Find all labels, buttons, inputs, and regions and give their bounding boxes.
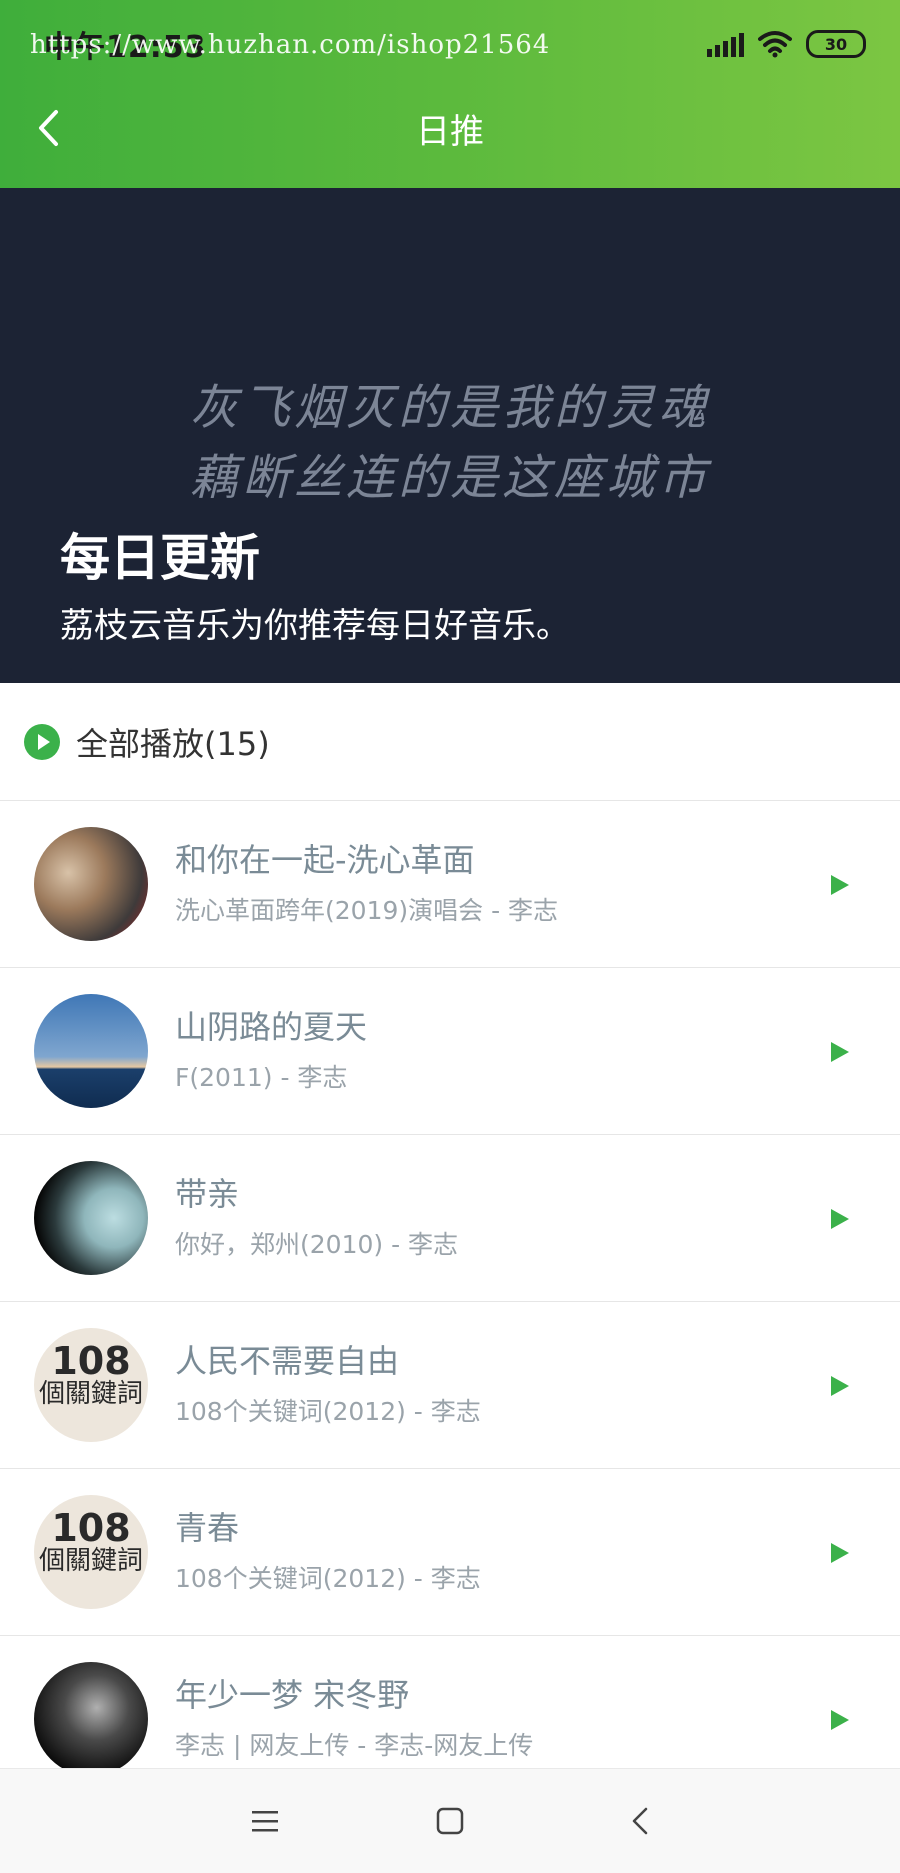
song-meta: 李志 | 网友上传 - 李志-网友上传 <box>175 1731 534 1760</box>
song-title: 山阴路的夏天 <box>175 1008 368 1046</box>
album-cover <box>34 1662 148 1776</box>
song-row[interactable]: 山阴路的夏天 F(2011) - 李志 <box>0 968 900 1135</box>
daily-recommend-screen: 中午12:53 https://www.huzhan.com/ishop2156… <box>0 0 900 1873</box>
song-row[interactable]: 和你在一起-洗心革面 洗心革面跨年(2019)演唱会 - 李志 <box>0 801 900 968</box>
menu-icon <box>252 1811 278 1832</box>
nav-home-button[interactable] <box>428 1799 472 1843</box>
song-row[interactable]: 108 個關鍵詞 青春 108个关键词(2012) - 李志 <box>0 1469 900 1636</box>
battery-icon: 30 <box>806 30 866 58</box>
home-square-icon <box>436 1807 464 1835</box>
album-cover-caption: 個關鍵詞 <box>38 1546 143 1576</box>
song-meta: 108个关键词(2012) - 李志 <box>175 1397 481 1426</box>
album-cover: 108 個關鍵詞 <box>34 1495 148 1609</box>
watermark-text: https://www.huzhan.com/ishop21564 <box>30 30 551 60</box>
play-all-button[interactable]: 全部播放(15) <box>0 683 900 801</box>
play-icon[interactable] <box>824 1705 854 1735</box>
song-title: 人民不需要自由 <box>175 1342 400 1380</box>
daily-banner: 灰飞烟灭的是我的灵魂 藕断丝连的是这座城市 每日更新 荔枝云音乐为你推荐每日好音… <box>0 188 900 683</box>
song-title: 青春 <box>175 1509 240 1547</box>
back-triangle-icon <box>632 1807 648 1835</box>
banner-lyric-line-2: 藕断丝连的是这座城市 <box>189 450 710 506</box>
signal-icon <box>707 31 744 57</box>
play-icon[interactable] <box>824 1371 854 1401</box>
status-icons: 30 <box>707 26 866 62</box>
album-cover <box>34 994 148 1108</box>
wifi-icon <box>758 30 792 58</box>
album-cover <box>34 1161 148 1275</box>
app-header: 中午12:53 https://www.huzhan.com/ishop2156… <box>0 0 900 188</box>
album-cover-number: 108 <box>51 1506 131 1550</box>
nav-back-button[interactable] <box>618 1799 662 1843</box>
song-row[interactable]: 108 個關鍵詞 人民不需要自由 108个关键词(2012) - 李志 <box>0 1302 900 1469</box>
song-list: 和你在一起-洗心革面 洗心革面跨年(2019)演唱会 - 李志 山阴路的夏天 F… <box>0 801 900 1803</box>
song-title: 年少一梦 宋冬野 <box>175 1676 410 1714</box>
play-icon[interactable] <box>824 1538 854 1568</box>
play-icon[interactable] <box>824 870 854 900</box>
song-row[interactable]: 带亲 你好，郑州(2010) - 李志 <box>0 1135 900 1302</box>
song-meta: 你好，郑州(2010) - 李志 <box>175 1230 459 1259</box>
nav-menu-button[interactable] <box>243 1799 287 1843</box>
system-nav-bar <box>0 1768 900 1873</box>
song-title: 和你在一起-洗心革面 <box>175 841 475 879</box>
play-icon[interactable] <box>824 1204 854 1234</box>
banner-lyric-line-1: 灰飞烟灭的是我的灵魂 <box>189 380 710 436</box>
page-title: 日推 <box>416 112 484 152</box>
song-meta: 洗心革面跨年(2019)演唱会 - 李志 <box>175 896 559 925</box>
album-cover-number: 108 <box>51 1339 131 1383</box>
song-title: 带亲 <box>175 1175 240 1213</box>
play-all-label: 全部播放(15) <box>76 724 270 763</box>
album-cover <box>34 827 148 941</box>
banner-subtitle: 荔枝云音乐为你推荐每日好音乐。 <box>60 606 570 646</box>
album-cover-caption: 個關鍵詞 <box>38 1379 143 1409</box>
play-icon[interactable] <box>824 1037 854 1067</box>
banner-title: 每日更新 <box>60 529 260 587</box>
album-cover: 108 個關鍵詞 <box>34 1328 148 1442</box>
song-meta: F(2011) - 李志 <box>175 1063 348 1092</box>
play-circle-icon <box>24 723 60 760</box>
song-meta: 108个关键词(2012) - 李志 <box>175 1564 481 1593</box>
